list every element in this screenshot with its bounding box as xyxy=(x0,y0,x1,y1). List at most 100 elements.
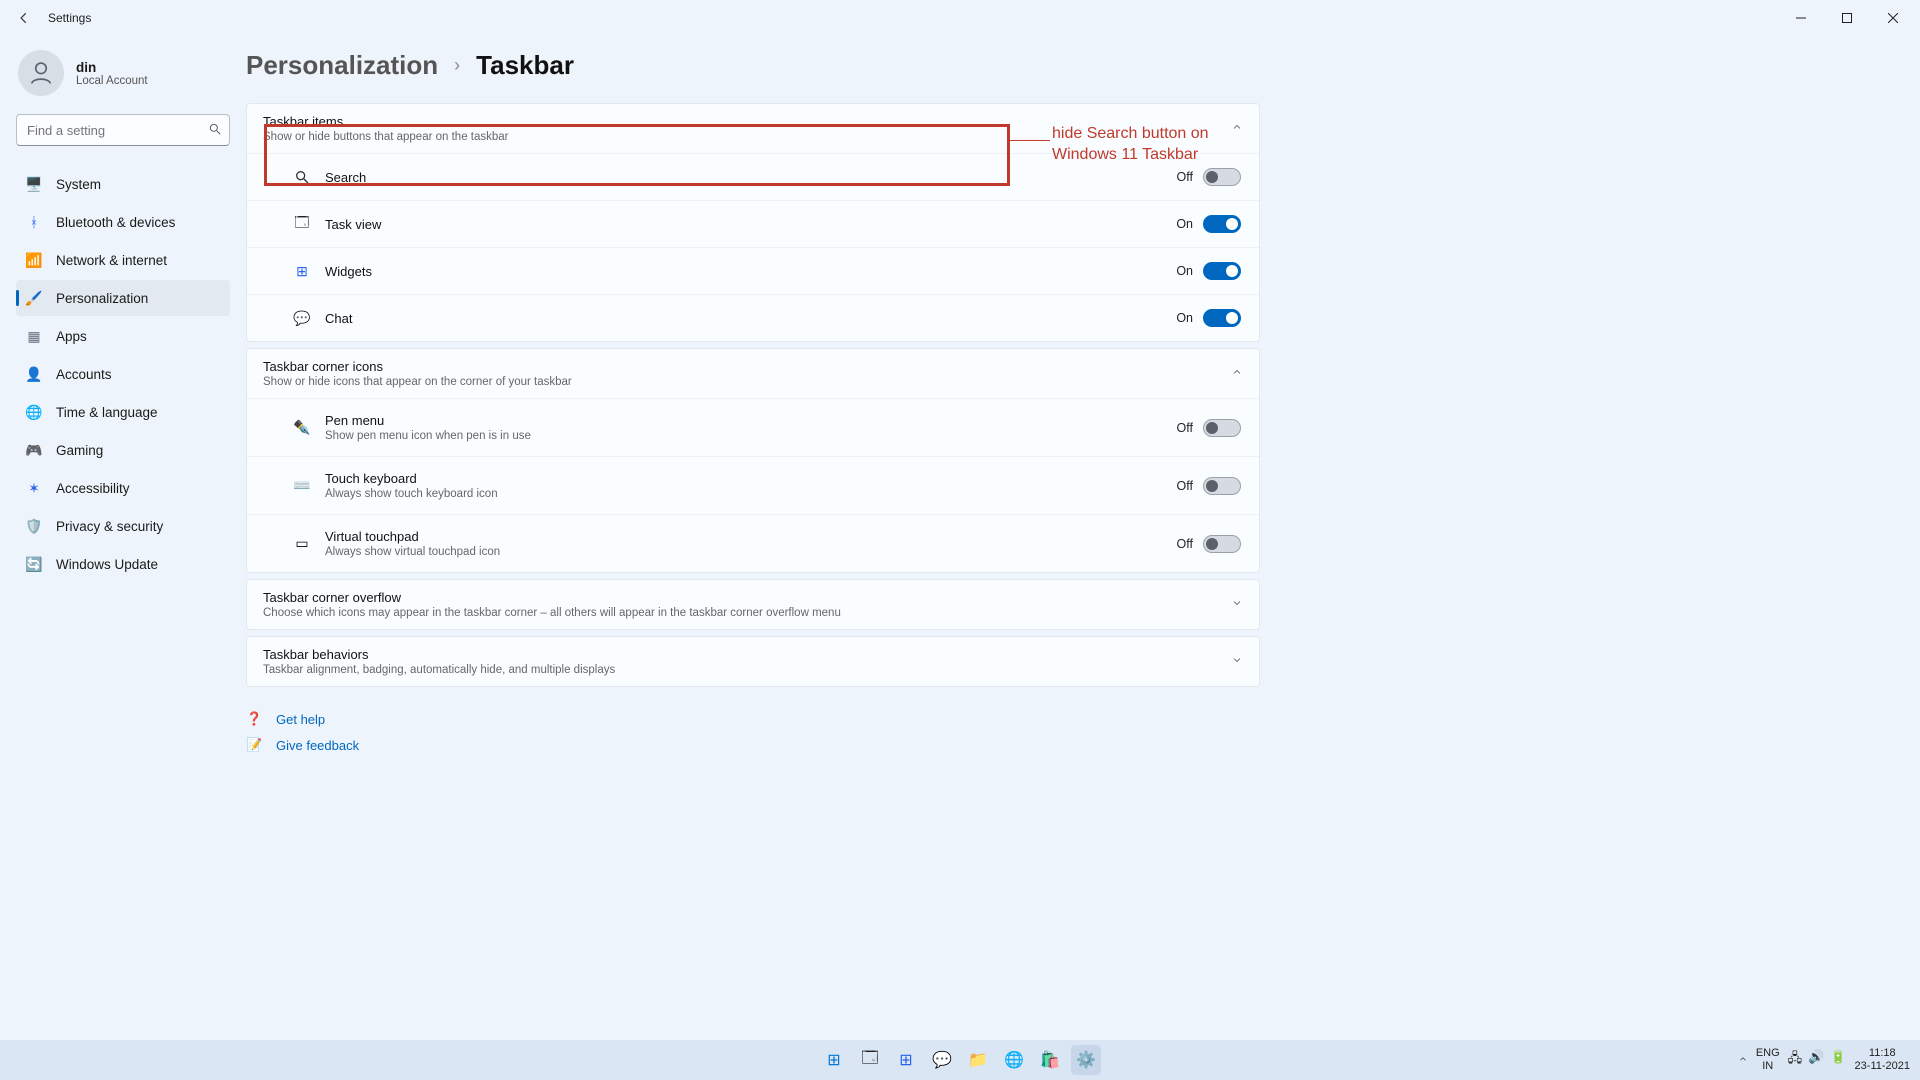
section-title: Taskbar corner overflow xyxy=(263,590,841,605)
language-indicator[interactable]: ENG IN xyxy=(1756,1047,1780,1072)
sidebar-item-personalization[interactable]: 🖌️Personalization xyxy=(16,280,230,316)
accessibility-icon: ✶ xyxy=(26,480,42,496)
avatar-icon xyxy=(18,50,64,96)
sidebar-item-windows-update[interactable]: 🔄 Windows Update xyxy=(16,546,230,582)
row-label: Search xyxy=(325,170,366,185)
window-title: Settings xyxy=(48,11,91,25)
search-toggle[interactable] xyxy=(1203,168,1241,186)
search-input[interactable] xyxy=(16,114,230,146)
maximize-button[interactable] xyxy=(1824,2,1870,34)
feedback-icon: 📝 xyxy=(246,737,262,753)
taskbar-store[interactable]: 🛍️ xyxy=(1035,1045,1065,1075)
chat-icon: 💬 xyxy=(293,309,311,327)
clock[interactable]: 11:18 23-11-2021 xyxy=(1855,1047,1910,1072)
chevron-up-icon xyxy=(1231,365,1243,383)
toggle-state: Off xyxy=(1177,479,1193,493)
volume-tray-icon[interactable]: 🔊 xyxy=(1808,1049,1824,1071)
search-icon xyxy=(208,122,222,141)
chevron-down-icon xyxy=(1231,596,1243,614)
taskbar-edge[interactable]: 🌐 xyxy=(999,1045,1029,1075)
toggle-state: On xyxy=(1176,264,1193,278)
toggle-state: Off xyxy=(1177,421,1193,435)
row-touch-keyboard: ⌨️ Touch keyboard Always show touch keyb… xyxy=(247,456,1259,514)
sidebar-item-apps[interactable]: ▦Apps xyxy=(16,318,230,354)
chevron-up-icon xyxy=(1231,120,1243,138)
touchpad-icon: ▭ xyxy=(293,535,311,553)
section-corner-overflow-header[interactable]: Taskbar corner overflow Choose which ico… xyxy=(247,580,1259,629)
back-button[interactable] xyxy=(10,4,38,32)
sidebar-item-label: Gaming xyxy=(56,443,103,458)
system-icon: 🖥️ xyxy=(26,176,42,192)
sidebar-item-gaming[interactable]: 🎮Gaming xyxy=(16,432,230,468)
row-label: Touch keyboard xyxy=(325,471,498,486)
close-button[interactable] xyxy=(1870,2,1916,34)
sidebar-item-label: Windows Update xyxy=(56,557,158,572)
sidebar-item-label: Accounts xyxy=(56,367,112,382)
user-name: din xyxy=(76,60,148,75)
wifi-icon: 📶 xyxy=(26,252,42,268)
sidebar-item-bluetooth[interactable]: ᚼBluetooth & devices xyxy=(16,204,230,240)
network-tray-icon[interactable]: 🖧 xyxy=(1788,1049,1803,1071)
row-label: Widgets xyxy=(325,264,372,279)
virtual-touchpad-toggle[interactable] xyxy=(1203,535,1241,553)
taskbar-settings[interactable]: ⚙️ xyxy=(1071,1045,1101,1075)
toggle-state: Off xyxy=(1177,537,1193,551)
widgets-toggle[interactable] xyxy=(1203,262,1241,280)
get-help-link[interactable]: ❓ Get help xyxy=(246,711,1260,727)
user-account-button[interactable]: din Local Account xyxy=(16,50,230,96)
annotation-connector xyxy=(1010,140,1050,141)
update-icon: 🔄 xyxy=(26,556,42,572)
pen-menu-toggle[interactable] xyxy=(1203,419,1241,437)
section-subtitle: Show or hide icons that appear on the co… xyxy=(263,376,572,388)
section-subtitle: Choose which icons may appear in the tas… xyxy=(263,607,841,619)
time: 11:18 xyxy=(1855,1047,1910,1060)
section-corner-icons-header[interactable]: Taskbar corner icons Show or hide icons … xyxy=(247,349,1259,398)
minimize-button[interactable] xyxy=(1778,2,1824,34)
sidebar-item-accessibility[interactable]: ✶Accessibility xyxy=(16,470,230,506)
sidebar-item-network[interactable]: 📶 Network & internet xyxy=(16,242,230,278)
section-title: Taskbar items xyxy=(263,114,509,129)
keyboard-icon: ⌨️ xyxy=(293,477,311,495)
sidebar-item-time-language[interactable]: 🌐Time & language xyxy=(16,394,230,430)
chat-toggle[interactable] xyxy=(1203,309,1241,327)
row-sublabel: Always show virtual touchpad icon xyxy=(325,546,500,558)
taskbar-task-view[interactable]: 🗔 xyxy=(855,1045,885,1075)
sidebar-item-system[interactable]: 🖥️ System xyxy=(16,166,230,202)
taskbar-file-explorer[interactable]: 📁 xyxy=(963,1045,993,1075)
row-chat: 💬 Chat On xyxy=(247,294,1259,341)
person-icon: 👤 xyxy=(26,366,42,382)
row-virtual-touchpad: ▭ Virtual touchpad Always show virtual t… xyxy=(247,514,1259,572)
sidebar-item-label: Network & internet xyxy=(56,253,167,268)
start-button[interactable]: ⊞ xyxy=(819,1045,849,1075)
page-title: Taskbar xyxy=(476,50,574,81)
section-title: Taskbar behaviors xyxy=(263,647,615,662)
task-view-icon: 🗔 xyxy=(293,215,311,233)
task-view-toggle[interactable] xyxy=(1203,215,1241,233)
sidebar-item-label: Time & language xyxy=(56,405,158,420)
sidebar-item-privacy[interactable]: 🛡️Privacy & security xyxy=(16,508,230,544)
section-behaviors-header[interactable]: Taskbar behaviors Taskbar alignment, bad… xyxy=(247,637,1259,686)
link-label: Get help xyxy=(276,712,325,727)
breadcrumb-parent[interactable]: Personalization xyxy=(246,50,438,81)
sidebar-item-label: System xyxy=(56,177,101,192)
row-widgets: ⊞ Widgets On xyxy=(247,247,1259,294)
toggle-state: Off xyxy=(1177,170,1193,184)
row-pen-menu: ✒️ Pen menu Show pen menu icon when pen … xyxy=(247,398,1259,456)
bluetooth-icon: ᚼ xyxy=(26,214,42,230)
sidebar-item-accounts[interactable]: 👤 Accounts xyxy=(16,356,230,392)
give-feedback-link[interactable]: 📝 Give feedback xyxy=(246,737,1260,753)
toggle-state: On xyxy=(1176,311,1193,325)
tray-overflow-button[interactable] xyxy=(1738,1054,1748,1067)
taskbar-chat[interactable]: 💬 xyxy=(927,1045,957,1075)
battery-tray-icon[interactable]: 🔋 xyxy=(1830,1049,1846,1071)
apps-icon: ▦ xyxy=(26,328,42,344)
widgets-icon: ⊞ xyxy=(293,262,311,280)
taskbar-widgets[interactable]: ⊞ xyxy=(891,1045,921,1075)
row-label: Pen menu xyxy=(325,413,531,428)
section-subtitle: Taskbar alignment, badging, automaticall… xyxy=(263,664,615,676)
touch-keyboard-toggle[interactable] xyxy=(1203,477,1241,495)
section-title: Taskbar corner icons xyxy=(263,359,572,374)
section-subtitle: Show or hide buttons that appear on the … xyxy=(263,131,509,143)
toggle-state: On xyxy=(1176,217,1193,231)
row-label: Task view xyxy=(325,217,381,232)
